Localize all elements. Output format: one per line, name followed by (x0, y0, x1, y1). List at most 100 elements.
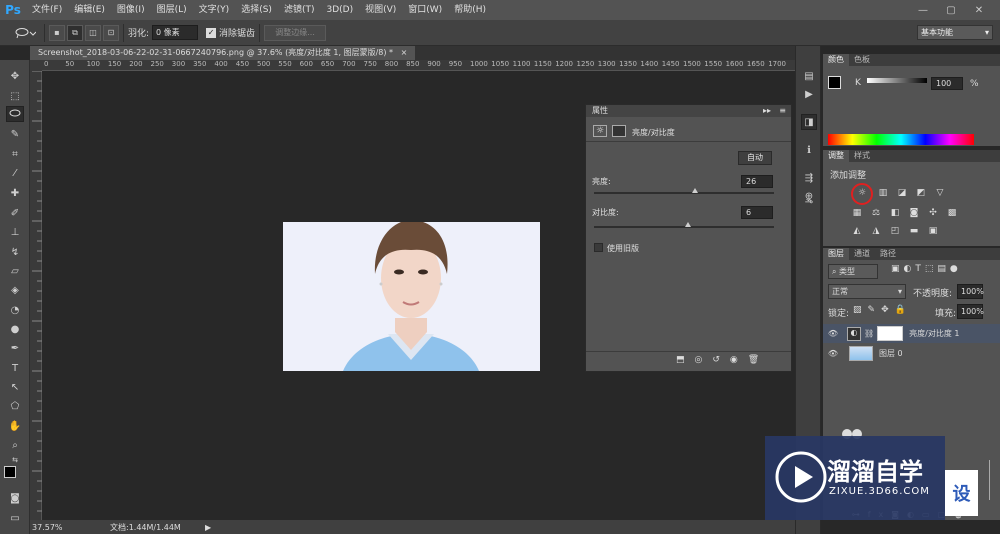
close-tab-icon[interactable]: × (401, 48, 408, 57)
layer-name[interactable]: 亮度/对比度 1 (909, 328, 959, 339)
color-balance-icon[interactable]: ⚖ (869, 207, 883, 219)
blend-mode-select[interactable]: 正常 ▾ (828, 284, 906, 299)
view-previous-icon[interactable]: ◎ (695, 355, 713, 365)
k-slider[interactable] (867, 78, 927, 83)
layer-name[interactable]: 图层 0 (879, 348, 903, 359)
tab-adjustments[interactable]: 调整 (823, 150, 849, 162)
filter-shape-icon[interactable]: ⬚ (925, 264, 938, 274)
invert-icon[interactable]: ◭ (850, 225, 864, 237)
threshold-icon[interactable]: ◰ (888, 225, 902, 237)
screen-mode-icon[interactable]: ▭ (6, 510, 24, 526)
tab-layers[interactable]: 图层 (823, 248, 849, 260)
foreground-color-swatch[interactable] (4, 466, 16, 478)
layer-row-image[interactable]: 👁 图层 0 (823, 344, 1000, 363)
panel-menu-icon[interactable]: ≡ (779, 105, 786, 117)
dodge-tool-icon[interactable]: ● (6, 321, 24, 337)
lasso-tool-icon[interactable] (6, 106, 24, 122)
layer-mask-thumbnail[interactable] (877, 326, 904, 341)
filter-toggle-icon[interactable]: ● (950, 264, 962, 274)
reset-icon[interactable]: ↺ (712, 355, 730, 365)
trash-icon[interactable]: 🗑 (748, 355, 769, 365)
eraser-tool-icon[interactable]: ▱ (6, 263, 24, 279)
menu-item-8[interactable]: 视图(V) (359, 0, 402, 20)
fill-input[interactable]: 100% (957, 304, 984, 319)
color-ramp[interactable] (828, 134, 974, 145)
color-lookup-icon[interactable]: ▩ (945, 207, 959, 219)
brightness-input[interactable]: 26 (741, 175, 773, 188)
lock-position-icon[interactable]: ✥ (881, 305, 895, 315)
tab-swatches[interactable]: 色板 (849, 54, 875, 66)
eyedropper-tool-icon[interactable]: ⁄ (6, 165, 24, 181)
hand-tool-icon[interactable]: ✋ (6, 418, 24, 434)
crop-tool-icon[interactable]: ⌗ (6, 146, 24, 162)
shape-tool-icon[interactable]: ⬠ (6, 398, 24, 414)
brush-tool-icon[interactable]: ✐ (6, 205, 24, 221)
type-tool-icon[interactable]: T (6, 360, 24, 376)
filter-adjust-icon[interactable]: ◐ (904, 264, 916, 274)
photo-filter-icon[interactable]: ◙ (907, 207, 921, 219)
pen-tool-icon[interactable]: ✒ (6, 340, 24, 356)
lasso-tool-preset[interactable] (10, 25, 40, 41)
menu-item-2[interactable]: 图像(I) (111, 0, 151, 20)
menu-item-10[interactable]: 帮助(H) (448, 0, 492, 20)
navigator-icon[interactable] (801, 166, 817, 182)
tab-color[interactable]: 颜色 (823, 54, 849, 66)
tab-channels[interactable]: 通道 (849, 248, 875, 260)
brightness-slider-thumb[interactable] (691, 188, 698, 193)
clip-to-layer-icon[interactable]: ⬒ (676, 355, 695, 365)
layer-mask-icon[interactable] (612, 125, 626, 137)
menu-item-9[interactable]: 窗口(W) (402, 0, 448, 20)
maximize-button[interactable]: ▢ (940, 0, 962, 20)
lock-pixels-icon[interactable]: ✎ (868, 305, 882, 315)
history-brush-tool-icon[interactable]: ↯ (6, 244, 24, 260)
mask-link-icon[interactable]: ⛓ (864, 329, 874, 338)
subtract-selection-button[interactable]: ◫ (85, 24, 101, 41)
layer-row-brightness[interactable]: 👁 ◐ ⛓ 亮度/对比度 1 (823, 324, 1000, 343)
properties-panel-icon[interactable]: ◨ (801, 114, 817, 130)
scroll-indicator[interactable] (989, 460, 999, 500)
quick-mask-icon[interactable]: ◙ (6, 490, 24, 506)
filter-type-icon[interactable]: T (915, 264, 925, 274)
add-selection-button[interactable]: ⧉ (67, 24, 83, 41)
visibility-eye-icon[interactable]: 👁 (823, 329, 843, 338)
menu-item-6[interactable]: 滤镜(T) (278, 0, 321, 20)
contrast-input[interactable]: 6 (741, 206, 773, 219)
minimize-button[interactable]: — (912, 0, 934, 20)
document-image[interactable] (283, 222, 540, 371)
visibility-icon[interactable]: ◉ (730, 355, 748, 365)
layer-kind-filter[interactable]: ⌕ 类型 (828, 264, 878, 279)
close-button[interactable]: ✕ (968, 0, 990, 20)
refine-edge-button[interactable]: 调整边缘... (264, 24, 327, 41)
actions-icon[interactable]: ▶ (801, 86, 817, 102)
filter-smart-icon[interactable]: ▤ (937, 264, 950, 274)
lock-transparent-icon[interactable]: ▨ (853, 305, 868, 315)
document-tab[interactable]: Screenshot_2018-03-06-22-02-31-066724079… (30, 46, 416, 60)
black-white-icon[interactable]: ◧ (888, 207, 902, 219)
menu-item-1[interactable]: 编辑(E) (68, 0, 111, 20)
selective-color-icon[interactable]: ▣ (926, 225, 940, 237)
brightness-slider[interactable] (594, 188, 774, 194)
zoom-tool-icon[interactable]: ⌕ (6, 437, 24, 453)
vibrance-icon[interactable]: ▽ (933, 187, 947, 199)
tab-styles[interactable]: 样式 (849, 150, 875, 162)
zoom-level[interactable]: 37.57% (30, 523, 80, 532)
gradient-map-icon[interactable]: ▬ (907, 225, 921, 237)
clone-stamp-tool-icon[interactable]: ⊥ (6, 224, 24, 240)
posterize-icon[interactable]: ◮ (869, 225, 883, 237)
levels-icon[interactable]: ▥ (876, 187, 890, 199)
marquee-tool-icon[interactable]: ⬚ (6, 88, 24, 104)
lock-all-icon[interactable]: 🔒 (895, 305, 912, 315)
menu-item-3[interactable]: 图层(L) (151, 0, 193, 20)
path-selection-tool-icon[interactable]: ↖ (6, 379, 24, 395)
exposure-icon[interactable]: ◩ (914, 187, 928, 199)
foreground-swatch[interactable] (828, 76, 841, 89)
filter-pixel-icon[interactable]: ▣ (891, 264, 904, 274)
paint-bucket-tool-icon[interactable]: ◈ (6, 282, 24, 298)
k-value-input[interactable]: 100 (931, 77, 963, 90)
status-menu-icon[interactable]: ▶ (205, 523, 211, 532)
visibility-eye-icon[interactable]: 👁 (823, 349, 843, 358)
blur-tool-icon[interactable]: ◔ (6, 302, 24, 318)
intersect-selection-button[interactable]: ⊡ (103, 24, 119, 41)
channel-mixer-icon[interactable]: ✣ (926, 207, 940, 219)
collapse-icon[interactable]: ▸▸ (763, 105, 771, 117)
